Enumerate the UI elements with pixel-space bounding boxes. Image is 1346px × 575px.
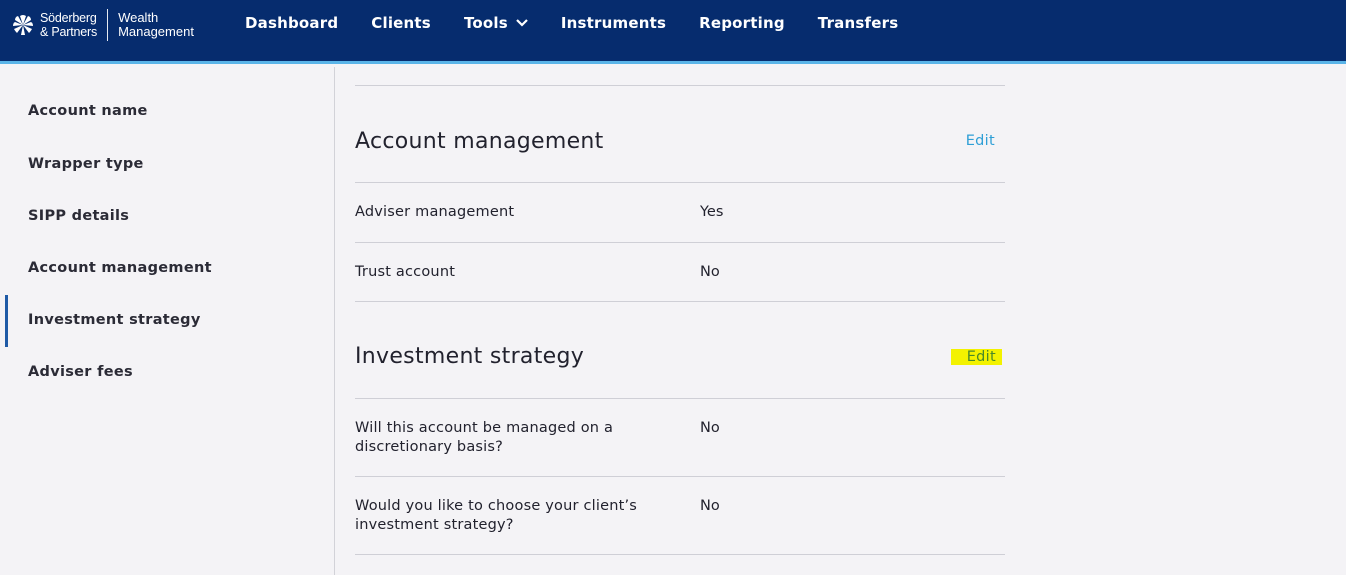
row-label-trust-account: Trust account [355, 264, 456, 280]
section-title-investment-strategy: Investment strategy [355, 344, 585, 369]
nav-dashboard-label: Dashboard [245, 14, 339, 32]
brand-subtitle-line-1: Wealth [118, 10, 159, 25]
row-value-adviser-management: Yes [700, 204, 724, 220]
nav-clients[interactable]: Clients [371, 14, 431, 32]
divider [355, 476, 1005, 477]
section-sidebar: Account name Wrapper type SIPP details A… [0, 67, 335, 575]
nav-transfers[interactable]: Transfers [818, 14, 899, 32]
divider [355, 242, 1005, 243]
sidebar-item-adviser-fees[interactable]: Adviser fees [28, 364, 133, 380]
row-value-choose-investment-strategy: No [700, 498, 720, 514]
row-label-adviser-management: Adviser management [355, 204, 515, 220]
brand-subtitle-line-2: Management [118, 24, 194, 39]
brand-name-line-2: & Partners [40, 25, 98, 39]
chevron-down-icon [516, 19, 528, 27]
nav-transfers-label: Transfers [817, 14, 899, 32]
nav-reporting-label: Reporting [699, 14, 785, 32]
brand-name-line-1: Söderberg [40, 11, 97, 25]
sidebar-item-investment-strategy[interactable]: Investment strategy [28, 312, 201, 328]
divider [355, 182, 1005, 183]
sidebar-item-wrapper-type[interactable]: Wrapper type [28, 156, 144, 172]
edit-account-management-link[interactable]: Edit [966, 133, 995, 149]
sidebar-item-account-management[interactable]: Account management [28, 260, 212, 276]
nav-clients-label: Clients [371, 14, 431, 32]
brand-logo[interactable]: Söderberg & Partners Wealth Management [12, 8, 194, 42]
section-title-account-management: Account management [355, 129, 604, 154]
sidebar-item-sipp-details[interactable]: SIPP details [28, 208, 129, 224]
divider [355, 554, 1005, 555]
sidebar-active-indicator [5, 295, 8, 347]
nav-instruments-label: Instruments [560, 14, 667, 32]
top-navigation-bar: Söderberg & Partners Wealth Management D… [0, 0, 1346, 64]
nav-tools-dropdown[interactable]: Tools [464, 14, 528, 32]
main-nav: Dashboard Clients Tools Instruments Repo… [245, 14, 931, 32]
sidebar-item-account-name[interactable]: Account name [28, 103, 148, 119]
brand-name: Söderberg & Partners [40, 11, 97, 39]
nav-reporting[interactable]: Reporting [699, 14, 785, 32]
divider [355, 301, 1005, 302]
flower-logo-icon [13, 15, 33, 35]
row-label-choose-investment-strategy: Would you like to choose your client’s i… [355, 498, 638, 533]
brand-subtitle: Wealth Management [118, 11, 194, 39]
row-value-trust-account: No [700, 264, 720, 280]
edit-investment-strategy-link[interactable]: Edit [950, 349, 1002, 365]
row-label-discretionary-basis: Will this account be managed on a discre… [355, 420, 614, 455]
divider [355, 398, 1005, 399]
brand-divider [107, 9, 109, 41]
divider [355, 85, 1005, 86]
nav-instruments[interactable]: Instruments [561, 14, 666, 32]
row-value-discretionary-basis: No [700, 420, 720, 436]
nav-dashboard[interactable]: Dashboard [245, 14, 338, 32]
nav-tools-label: Tools [463, 14, 508, 32]
